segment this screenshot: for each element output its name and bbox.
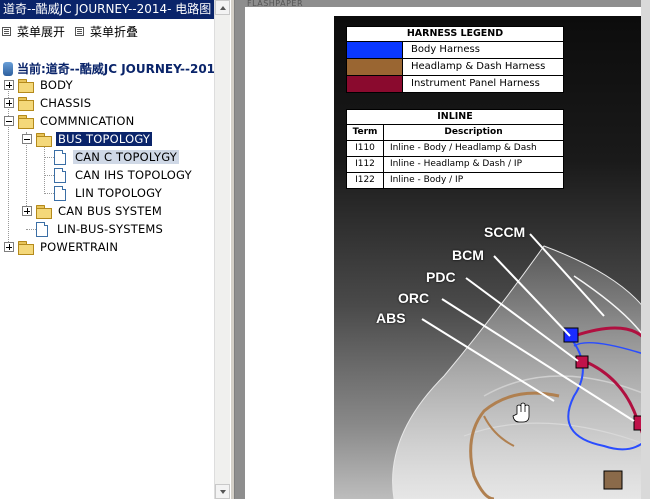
list-icon (2, 26, 11, 36)
collapse-icon[interactable] (22, 134, 32, 144)
tree-root[interactable]: 当前:道奇--酷威JC JOURNEY--2014- 电路图 (3, 60, 230, 77)
expand-menu-button[interactable]: 菜单展开 (2, 23, 65, 40)
tree-item-chassis[interactable]: CHASSIS (4, 94, 93, 112)
table-row: I122 Inline - Body / IP (347, 173, 563, 188)
legend-label: Instrument Panel Harness (411, 78, 540, 89)
tree-item-label: CAN BUS SYSTEM (58, 204, 163, 218)
tree-item-label: LIN-BUS-SYSTEMS (57, 222, 164, 236)
folder-icon (18, 240, 34, 255)
table-cell-term: I122 (347, 173, 384, 188)
tree-item-can-c-topolygy[interactable]: CAN C TOPOLYGY (50, 148, 179, 166)
inline-table-header: Term Description (347, 125, 563, 141)
expand-menu-label: 菜单展开 (17, 24, 66, 39)
document-page: SCCM BCM PDC ORC ABS HARNESS LEGEND Body… (245, 7, 650, 499)
scroll-up-button[interactable] (215, 0, 230, 15)
tree-item-can-ihs-topology[interactable]: CAN IHS TOPOLOGY (50, 166, 194, 184)
callout-orc: ORC (398, 290, 430, 306)
open-folder-icon (18, 114, 34, 129)
column-header-term: Term (347, 125, 384, 140)
viewer-scrollbar[interactable] (641, 0, 650, 499)
tree-item-lin-topology[interactable]: LIN TOPOLOGY (50, 184, 164, 202)
wiring-diagram: SCCM BCM PDC ORC ABS HARNESS LEGEND Body… (334, 16, 650, 499)
tree-item-bus-topology[interactable]: BUS TOPOLOGY (22, 130, 153, 148)
table-row: I112 Inline - Headlamp & Dash / IP (347, 157, 563, 173)
menu-toolbar: 菜单展开 菜单折叠 (2, 22, 148, 40)
table-cell-term: I112 (347, 157, 384, 172)
inline-table: INLINE Term Description I110 Inline - Bo… (346, 109, 564, 189)
window-title: 道奇--酷威JC JOURNEY--2014- 电路图 (0, 0, 217, 19)
callout-bcm: BCM (452, 247, 484, 263)
tree-connector (44, 146, 45, 194)
table-cell-term: I110 (347, 141, 384, 156)
document-icon (36, 221, 48, 237)
column-header-description: Description (444, 127, 503, 137)
tree-item-can-bus-system[interactable]: CAN BUS SYSTEM (22, 202, 164, 220)
open-folder-icon (36, 132, 52, 147)
harness-legend: HARNESS LEGEND Body Harness Headlamp & D… (346, 26, 564, 93)
legend-label: Body Harness (411, 44, 480, 55)
tree-scrollbar[interactable] (214, 0, 230, 499)
folder-icon (18, 96, 34, 111)
list-icon (75, 26, 85, 36)
expand-icon[interactable] (4, 98, 14, 108)
callout-abs: ABS (376, 310, 406, 326)
collapse-menu-label: 菜单折叠 (90, 24, 139, 39)
tree-item-label: BUS TOPOLOGY (56, 132, 153, 146)
tree-item-powertrain[interactable]: POWERTRAIN (4, 238, 120, 256)
collapse-menu-button[interactable]: 菜单折叠 (75, 23, 138, 40)
tree-item-label: CHASSIS (40, 96, 92, 110)
tree-item-label: CAN C TOPOLYGY (73, 150, 179, 164)
table-cell-description: Inline - Headlamp & Dash / IP (390, 159, 523, 169)
expand-icon[interactable] (4, 80, 14, 90)
legend-row: Headlamp & Dash Harness (347, 59, 563, 76)
legend-row: Body Harness (347, 42, 563, 59)
inline-table-title: INLINE (347, 110, 563, 125)
harness-legend-title: HARNESS LEGEND (347, 27, 563, 42)
tree-item-body[interactable]: BODY (4, 76, 75, 94)
tree-item-lin-bus-systems[interactable]: LIN-BUS-SYSTEMS (32, 220, 165, 238)
legend-label: Headlamp & Dash Harness (411, 61, 546, 72)
table-row: I110 Inline - Body / Headlamp & Dash (347, 141, 563, 157)
tree-root-label: 当前:道奇--酷威JC JOURNEY--2014- 电路图 (17, 62, 230, 76)
folder-icon (36, 204, 52, 219)
document-viewer: FLASHPAPER SCCM BCM PDC ORC ABS HARNESS … (235, 0, 650, 499)
tree-item-commnication[interactable]: COMMNICATION (4, 112, 136, 130)
table-cell-description: Inline - Body / Headlamp & Dash (390, 143, 537, 153)
table-cell-description: Inline - Body / IP (390, 175, 464, 185)
expand-icon[interactable] (4, 242, 14, 252)
collapse-icon[interactable] (4, 116, 14, 126)
tree-item-label: POWERTRAIN (40, 240, 119, 254)
tree-item-label: CAN IHS TOPOLOGY (75, 168, 192, 182)
document-icon (54, 185, 66, 201)
legend-swatch (347, 59, 403, 75)
legend-row: Instrument Panel Harness (347, 76, 563, 92)
tree-item-label: COMMNICATION (40, 114, 135, 128)
tree-item-label: BODY (40, 78, 73, 92)
scroll-down-button[interactable] (215, 484, 230, 499)
document-icon (54, 149, 66, 165)
tree-pane: 道奇--酷威JC JOURNEY--2014- 电路图 菜单展开 菜单折叠 当前… (0, 0, 230, 499)
legend-swatch (347, 42, 403, 58)
expand-icon[interactable] (22, 206, 32, 216)
callout-sccm: SCCM (484, 224, 526, 240)
folder-icon (18, 78, 34, 93)
legend-swatch (347, 76, 403, 92)
callout-pdc: PDC (426, 269, 456, 285)
computer-icon (3, 61, 13, 76)
document-icon (54, 167, 66, 183)
tree-item-label: LIN TOPOLOGY (75, 186, 162, 200)
